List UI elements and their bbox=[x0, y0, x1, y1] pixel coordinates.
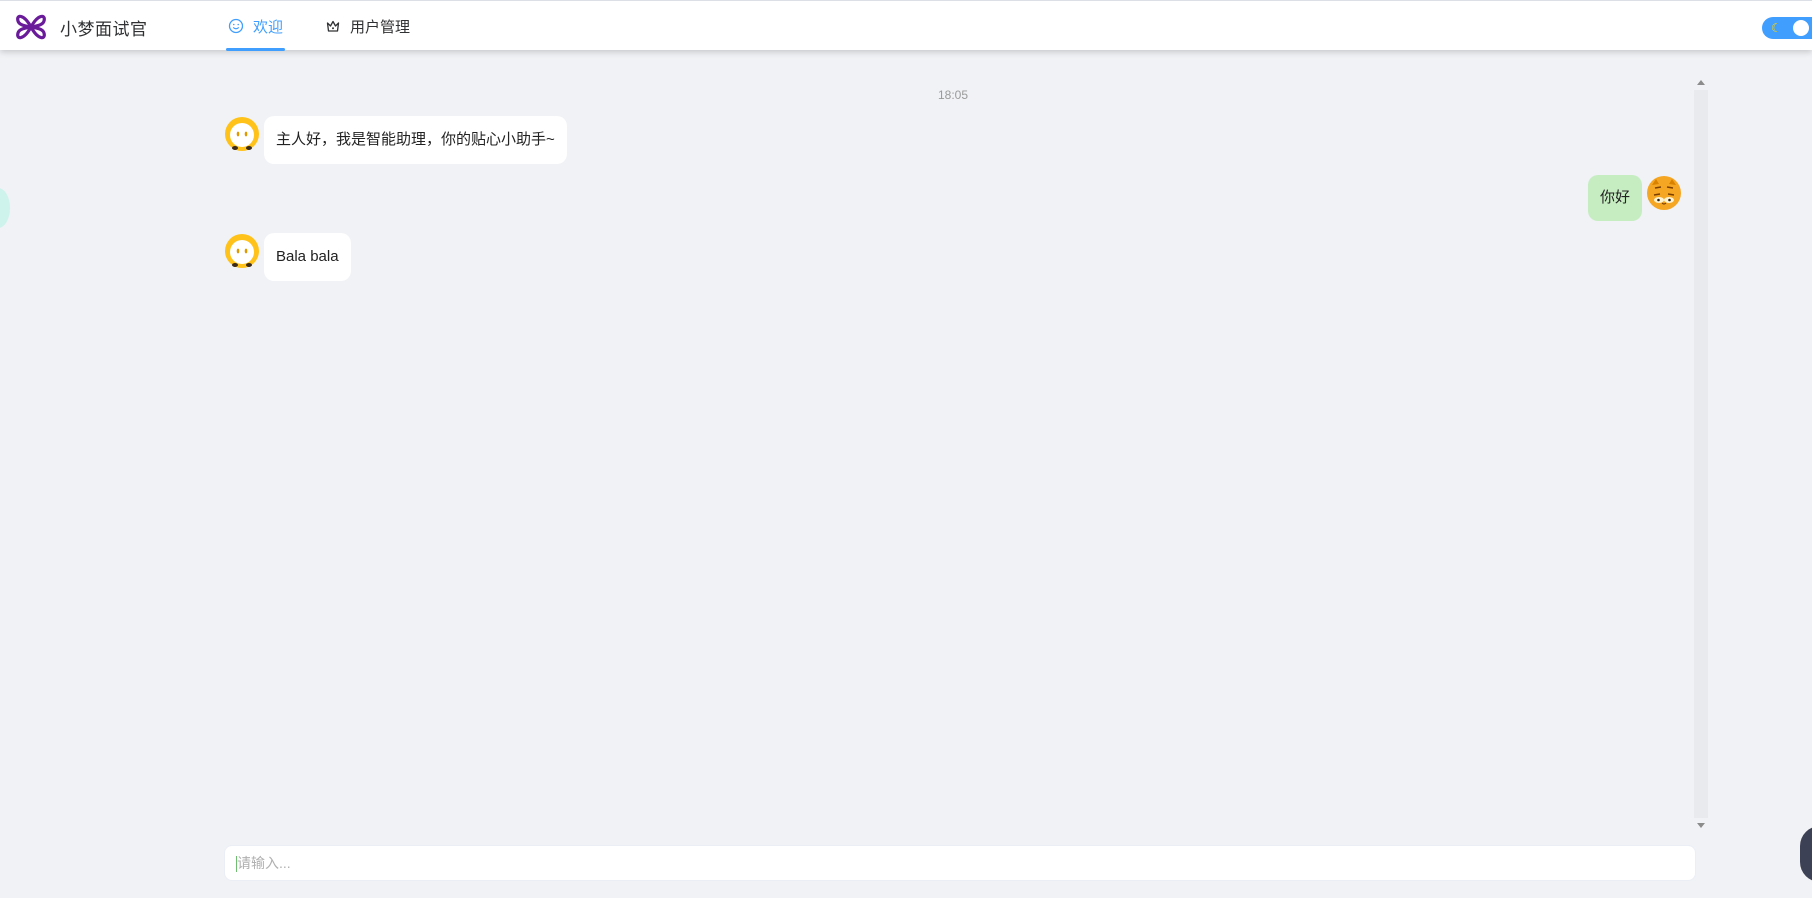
bot-message: Bala bala bbox=[224, 233, 351, 281]
cat-avatar bbox=[1646, 175, 1682, 211]
bot-message: 主人好，我是智能助理，你的贴心小助手~ bbox=[224, 116, 567, 164]
chat-input[interactable] bbox=[225, 846, 1695, 880]
message-bubble: Bala bala bbox=[264, 233, 351, 281]
nav-item-label: 欢迎 bbox=[253, 18, 284, 36]
nav-item-label: 用户管理 bbox=[350, 18, 411, 36]
robot-avatar bbox=[224, 116, 260, 152]
brand-name: 小梦面试官 bbox=[60, 19, 148, 39]
text-caret bbox=[236, 856, 237, 872]
crown-icon bbox=[326, 20, 340, 32]
brand[interactable]: 小梦面试官 bbox=[14, 11, 148, 43]
message-bubble: 主人好，我是智能助理，你的贴心小助手~ bbox=[264, 116, 567, 164]
nav-item-welcome[interactable]: 欢迎 bbox=[226, 1, 286, 51]
nav-item-user-management[interactable]: 用户管理 bbox=[323, 1, 412, 51]
theme-toggle-switch[interactable]: ☾ bbox=[1762, 17, 1812, 39]
top-nav: 欢迎 用户管理 bbox=[226, 1, 450, 51]
corner-float-button[interactable] bbox=[1800, 826, 1812, 882]
toggle-knob bbox=[1793, 20, 1809, 36]
chat-message-list: 18:05 主人好，我是智能助理，你的贴心小助手~ 你好 Bala bala bbox=[224, 78, 1696, 830]
chat-input-bar bbox=[224, 845, 1696, 881]
scroll-down-arrow-icon[interactable] bbox=[1697, 823, 1705, 828]
message-timestamp: 18:05 bbox=[937, 88, 969, 102]
chat-scrollbar[interactable] bbox=[1694, 78, 1708, 830]
scroll-track[interactable] bbox=[1694, 90, 1708, 818]
scroll-up-arrow-icon[interactable] bbox=[1697, 80, 1705, 85]
side-float-button[interactable] bbox=[0, 188, 10, 228]
butterfly-logo-icon bbox=[16, 14, 46, 40]
robot-avatar bbox=[224, 233, 260, 269]
message-bubble: 你好 bbox=[1587, 175, 1642, 221]
smile-icon bbox=[228, 18, 244, 34]
moon-icon: ☾ bbox=[1771, 21, 1782, 35]
app-root: 小梦面试官 欢迎 用户管理 ☾ 18:05 主人好，我是智能助理，你的贴心小助手… bbox=[0, 0, 1812, 898]
top-header: 小梦面试官 欢迎 用户管理 ☾ bbox=[0, 0, 1812, 51]
user-message: 你好 bbox=[1587, 175, 1682, 221]
